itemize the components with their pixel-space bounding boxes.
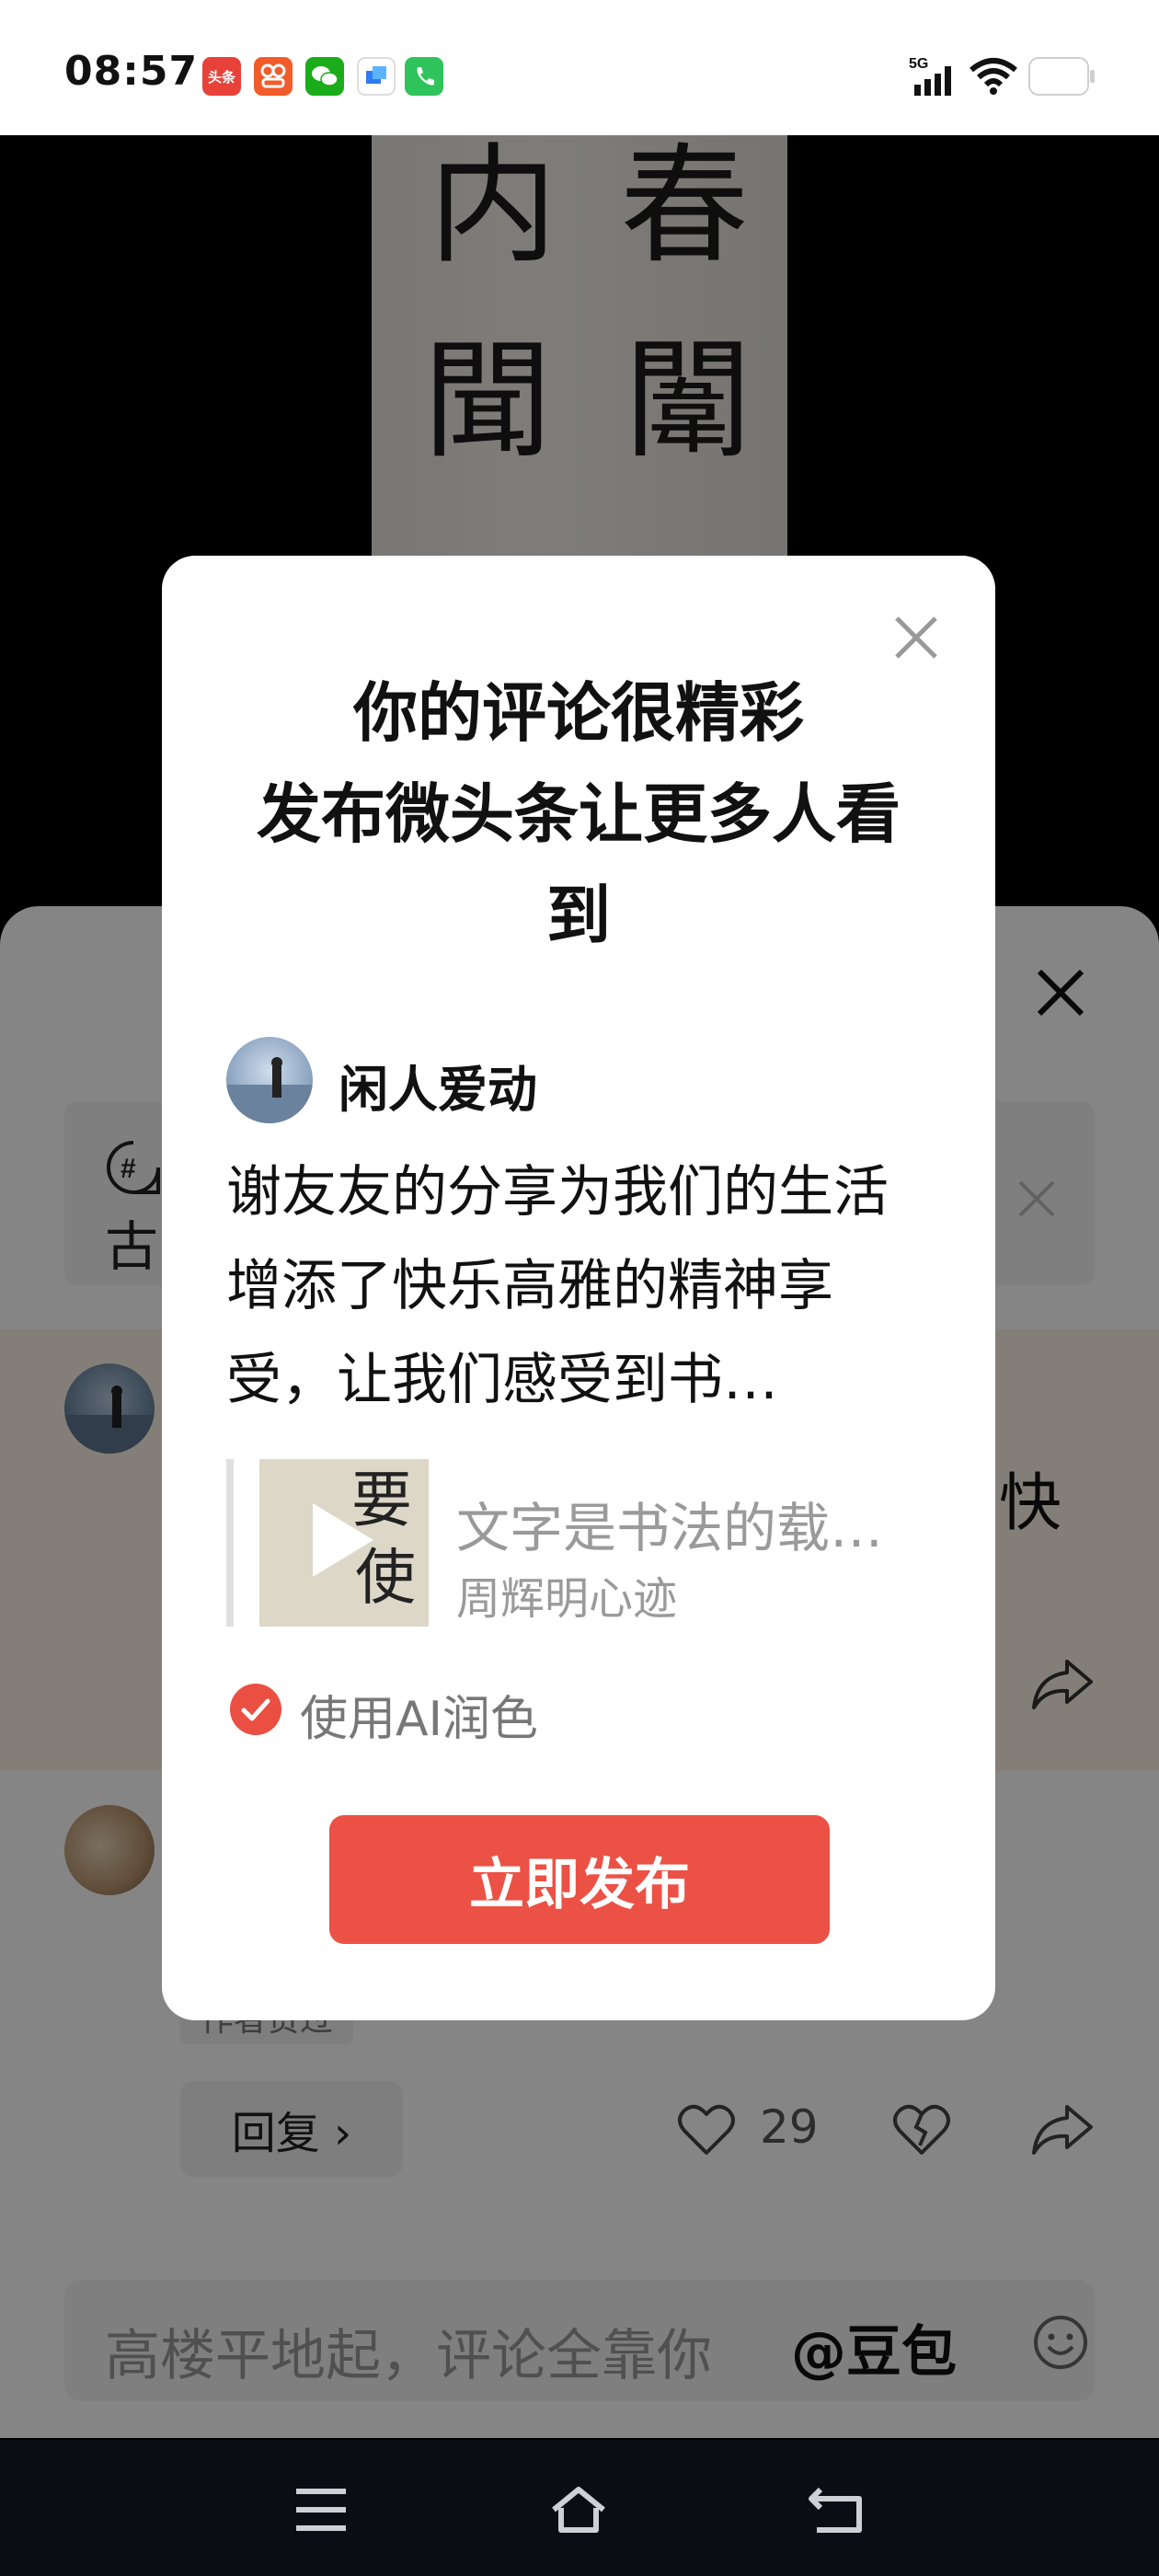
wifi-icon bbox=[968, 57, 1019, 99]
menu-icon[interactable] bbox=[291, 2482, 351, 2537]
status-bar: 08:57 头条 5G bbox=[0, 0, 1159, 135]
ai-polish-checkbox[interactable] bbox=[230, 1684, 281, 1735]
close-icon[interactable] bbox=[888, 609, 945, 666]
play-icon bbox=[313, 1503, 373, 1577]
username: 闲人爱动 bbox=[339, 1061, 537, 1119]
comment-preview: 谢友友的分享为我们的生活增添了快乐高雅的精神享受，让我们感受到书… bbox=[226, 1160, 889, 1412]
svg-text:5G: 5G bbox=[909, 56, 928, 72]
publish-button[interactable]: 立即发布 bbox=[329, 1815, 830, 1944]
dialog-title: 你的评论很精彩 发布微头条让更多人看 到 bbox=[208, 662, 949, 966]
quoted-video-author: 周辉明心迹 bbox=[456, 1573, 678, 1625]
back-icon[interactable] bbox=[806, 2482, 866, 2537]
phone-app-icon bbox=[405, 57, 443, 96]
wechat-icon bbox=[305, 57, 344, 96]
signal-icon: 5G bbox=[909, 52, 958, 103]
dialog-title-text: 你的评论很精彩 发布微头条让更多人看 到 bbox=[257, 675, 901, 953]
quote-bar bbox=[226, 1459, 234, 1627]
user-avatar bbox=[226, 1037, 313, 1123]
home-icon[interactable] bbox=[548, 2482, 609, 2537]
ai-polish-label[interactable]: 使用AI润色 bbox=[300, 1680, 538, 1749]
app-icon bbox=[357, 57, 396, 96]
quoted-video-title: 文字是书法的载… bbox=[456, 1497, 884, 1559]
check-icon bbox=[241, 1698, 270, 1721]
toutiao-icon: 头条 bbox=[202, 57, 241, 96]
dianping-icon bbox=[254, 57, 293, 96]
battery-icon bbox=[1028, 57, 1096, 99]
status-time: 08:57 bbox=[64, 48, 199, 95]
